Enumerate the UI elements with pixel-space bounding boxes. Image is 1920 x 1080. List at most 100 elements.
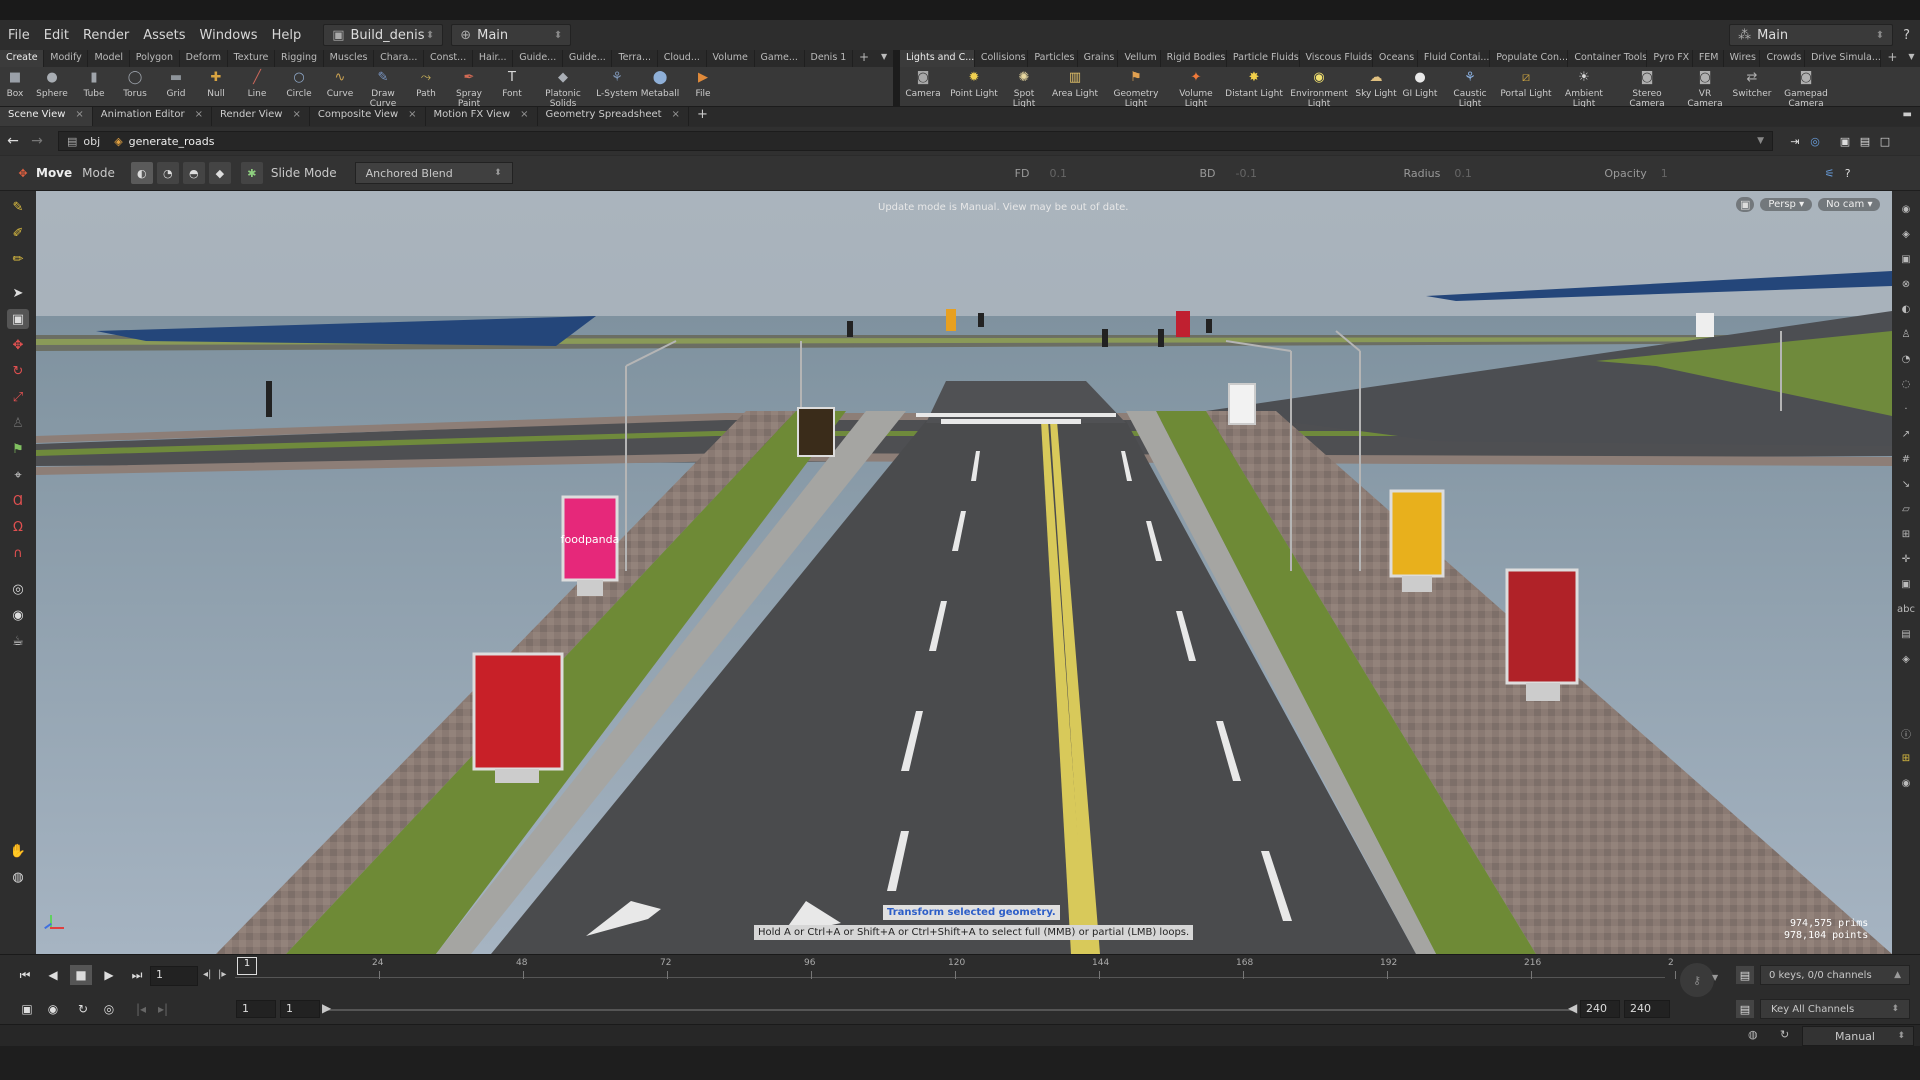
keys-channels-dropdown[interactable]: 0 keys, 0/0 channels ▲: [1760, 965, 1910, 985]
shading-icon[interactable]: ◐: [1898, 302, 1914, 316]
shelf-tool-environment-light[interactable]: ◉ Environment Light: [1284, 67, 1354, 109]
drag-mode-icon[interactable]: ◓: [182, 162, 205, 184]
shelf-tool-volume-light[interactable]: ✦ Volume Light: [1168, 67, 1224, 109]
camera-menu-icon[interactable]: ▤: [1855, 135, 1875, 148]
scale-icon[interactable]: ⤢: [7, 387, 29, 407]
audio-icon[interactable]: ▣: [16, 999, 38, 1019]
shelf-tool-sky-light[interactable]: ☁ Sky Light: [1354, 67, 1398, 99]
magnet-snap-icon[interactable]: ∩: [7, 543, 29, 563]
build-desktop-selector[interactable]: ⁂ Main ⬍: [1729, 24, 1894, 46]
shelf-tab-left-17[interactable]: Denis 1: [805, 50, 853, 67]
pose-icon[interactable]: ♙: [7, 413, 29, 433]
forward-arrow-icon[interactable]: →: [26, 133, 48, 149]
current-frame-marker[interactable]: 1: [237, 957, 257, 975]
shelf-tab-left-11[interactable]: Guide...: [513, 50, 563, 67]
relax-mode-icon[interactable]: ◆: [208, 162, 231, 184]
handle-icon[interactable]: ⚑: [7, 439, 29, 459]
shelf-tool-camera[interactable]: ◙ Camera: [900, 67, 946, 99]
shelf-tool-null[interactable]: ✚ Null: [196, 67, 236, 99]
start-frame-field[interactable]: 1: [236, 1000, 276, 1018]
shelf-tool-sphere[interactable]: ● Sphere: [30, 67, 74, 99]
shelf-tab-left-15[interactable]: Volume: [707, 50, 755, 67]
shelf-tool-grid[interactable]: ▬ Grid: [156, 67, 196, 99]
radius-field[interactable]: 0.1: [1454, 167, 1604, 180]
blend-mode-dropdown[interactable]: Anchored Blend ⬍: [354, 162, 513, 184]
close-icon[interactable]: ×: [292, 109, 300, 120]
add-tab-icon[interactable]: +: [689, 107, 716, 126]
shelf-tab-right-15[interactable]: Crowds: [1760, 50, 1806, 67]
context-selector[interactable]: ⊕ Main ⬍: [451, 24, 572, 46]
next-key-icon[interactable]: ▸|: [152, 999, 174, 1019]
lock-icon[interactable]: ▣: [7, 309, 29, 329]
transform-icon[interactable]: ✥: [7, 335, 29, 355]
shelf-tab-left-2[interactable]: Model: [88, 50, 130, 67]
shelf-tool-caustic-light[interactable]: ⚘ Caustic Light: [1442, 67, 1498, 109]
layout-icon[interactable]: ⊞: [1898, 751, 1914, 765]
points-icon[interactable]: ·: [1898, 402, 1914, 416]
shelf-tool-portal-light[interactable]: ⧄ Portal Light: [1498, 67, 1554, 99]
chevron-down-icon[interactable]: ▼: [1757, 136, 1764, 146]
shelf-menu-icon[interactable]: ▼: [875, 50, 893, 67]
shelf-tool-draw-curve[interactable]: ✎ Draw Curve: [360, 67, 406, 109]
step-forward-icon[interactable]: |▸: [218, 969, 226, 980]
key-icon[interactable]: ⚷: [1680, 963, 1714, 997]
fd-field[interactable]: 0.1: [1049, 167, 1199, 180]
stop-icon[interactable]: ■: [70, 965, 92, 985]
close-icon[interactable]: ×: [672, 109, 680, 120]
shelf-tool-spot-light[interactable]: ✺ Spot Light: [1002, 67, 1046, 109]
menu-edit[interactable]: Edit: [44, 28, 69, 43]
display-icon[interactable]: ⊗: [1898, 277, 1914, 291]
shelf-tab-right-9[interactable]: Fluid Contai...: [1418, 50, 1491, 67]
numbers-icon[interactable]: #: [1898, 452, 1914, 466]
shelf-tab-right-5[interactable]: Rigid Bodies: [1161, 50, 1227, 67]
shelf-tool-gamepad-camera[interactable]: ◙ Gamepad Camera: [1774, 67, 1838, 109]
prev-key-icon[interactable]: |◂: [130, 999, 152, 1019]
info-icon[interactable]: ⓘ: [1898, 726, 1914, 741]
origin-icon[interactable]: ✛: [1898, 552, 1914, 566]
speaker-icon[interactable]: ◉: [42, 999, 64, 1019]
shelf-tab-right-8[interactable]: Oceans: [1373, 50, 1418, 67]
uv-icon[interactable]: ↘: [1898, 477, 1914, 491]
tab-animation-editor[interactable]: Animation Editor ×: [93, 107, 212, 126]
grid-display-icon[interactable]: ⊞: [1898, 527, 1914, 541]
abc-icon[interactable]: abc: [1897, 602, 1915, 616]
shelf-tab-left-16[interactable]: Game...: [755, 50, 805, 67]
desktop-selector[interactable]: ▣ Build_denis ⬍: [323, 24, 444, 46]
menu-render[interactable]: Render: [83, 28, 129, 43]
shelf-tool-point-light[interactable]: ✹ Point Light: [946, 67, 1002, 99]
teapot-icon[interactable]: ☕: [7, 631, 29, 651]
eye-icon[interactable]: ◉: [1898, 776, 1914, 790]
smooth-mode-icon[interactable]: ◔: [156, 162, 179, 184]
shelf-tab-right-11[interactable]: Container Tools: [1568, 50, 1648, 67]
shelf-tab-left-0[interactable]: Create: [0, 50, 45, 67]
shelf-tool-spray-paint[interactable]: ✒ Spray Paint: [446, 67, 492, 109]
display-options-icon[interactable]: ▣: [1835, 135, 1855, 148]
close-icon[interactable]: ×: [520, 109, 528, 120]
help-icon[interactable]: ?: [1903, 28, 1910, 43]
path-node[interactable]: generate_roads: [129, 135, 215, 148]
shelf-tab-left-10[interactable]: Hair...: [473, 50, 514, 67]
scene-viewport[interactable]: foodpanda Update mode is Manual. View ma…: [36, 191, 1892, 954]
pane-menu-icon[interactable]: ▬: [1895, 107, 1920, 126]
shelf-tool-file[interactable]: ▶ File: [680, 67, 726, 99]
sculpt-icon[interactable]: ✐: [7, 223, 29, 243]
shelf-tab-right-3[interactable]: Grains: [1078, 50, 1119, 67]
step-back-icon[interactable]: ◂|: [203, 969, 211, 980]
tab-render-view[interactable]: Render View ×: [212, 107, 310, 126]
add-shelf-icon[interactable]: +: [853, 50, 875, 67]
shelf-tool-geometry-light[interactable]: ⚑ Geometry Light: [1104, 67, 1168, 109]
tab-scene-view[interactable]: Scene View ×: [0, 107, 93, 126]
view-tool-icon[interactable]: ⌖: [7, 465, 29, 485]
shelf-tab-right-2[interactable]: Particles: [1028, 50, 1078, 67]
menu-assets[interactable]: Assets: [143, 28, 185, 43]
shelf-tool-switcher[interactable]: ⇄ Switcher: [1730, 67, 1774, 99]
shelf-tab-right-7[interactable]: Viscous Fluids: [1300, 50, 1373, 67]
update-mode-dropdown[interactable]: Manual ⬍: [1802, 1026, 1914, 1046]
shelf-tool-gi-light[interactable]: ● GI Light: [1398, 67, 1442, 99]
close-icon[interactable]: ×: [195, 109, 203, 120]
loop-icon[interactable]: ↻: [72, 999, 94, 1019]
shelf-tool-path[interactable]: ⤳ Path: [406, 67, 446, 99]
pin-icon[interactable]: ⇥: [1785, 135, 1805, 148]
shelf-tool-circle[interactable]: ○ Circle: [278, 67, 320, 99]
link-icon[interactable]: ◎: [1805, 135, 1825, 148]
